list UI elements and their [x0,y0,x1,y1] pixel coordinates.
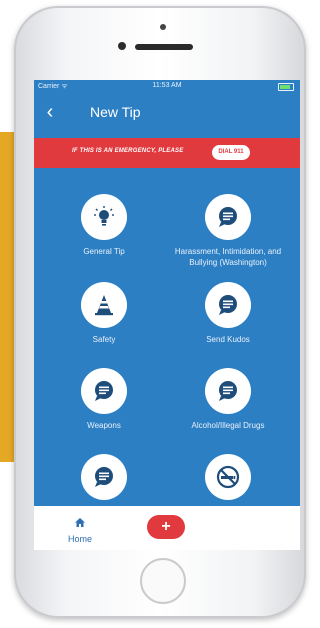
no-smoking-icon [216,465,240,489]
category-label: Safety [92,335,116,344]
tab-home-label: Home [67,534,92,544]
category-label: Send Kudos [206,335,250,344]
category-alcohol-drugs[interactable]: Alcohol/Illegal Drugs [168,368,288,431]
category-circle [81,282,127,328]
category-item-8[interactable] [168,454,288,506]
status-bar: Carrier ᯤ 11:53 AM [34,80,300,92]
category-item-7[interactable] [44,454,164,506]
earpiece-speaker [135,44,193,50]
chat-bubble-icon [219,207,237,227]
app-screen: Carrier ᯤ 11:53 AM ‹ New Tip IF THIS IS … [34,80,300,550]
battery-icon [278,83,294,91]
category-send-kudos[interactable]: Send Kudos [168,282,288,345]
phone-home-button[interactable] [140,558,186,604]
category-general-tip[interactable]: General Tip [44,194,164,257]
category-safety[interactable]: Safety [44,282,164,345]
chat-bubble-icon [95,467,113,487]
category-circle [205,194,251,240]
chat-bubble-icon [95,381,113,401]
lightbulb-icon [94,206,114,226]
emergency-banner: IF THIS IS AN EMERGENCY, PLEASE DIAL 911 [34,138,300,168]
category-circle [81,454,127,500]
category-circle [205,454,251,500]
category-weapons[interactable]: Weapons [44,368,164,431]
emergency-banner-text: IF THIS IS AN EMERGENCY, PLEASE [72,148,184,154]
category-circle [81,368,127,414]
category-circle [81,194,127,240]
front-camera [118,42,126,50]
chat-bubble-icon [219,295,237,315]
category-circle [205,282,251,328]
category-label: Weapons [87,421,121,430]
dial-911-button[interactable]: DIAL 911 [212,145,250,160]
home-icon [75,518,85,527]
traffic-cone-icon [95,295,113,316]
category-label: General Tip [83,247,125,256]
category-harassment[interactable]: Harassment, Intimidation, and Bullying (… [168,194,288,268]
status-time: 11:53 AM [152,82,182,89]
category-label: Harassment, Intimidation, and Bullying (… [174,247,282,267]
sensor-dot [160,24,166,30]
category-circle [205,368,251,414]
back-chevron-icon[interactable]: ‹ [40,102,60,122]
nav-bar: ‹ New Tip [34,92,300,134]
chat-bubble-icon [219,381,237,401]
page-title: New Tip [90,104,141,120]
tab-bar: Home + [34,506,300,550]
add-tip-button[interactable]: + [147,515,185,539]
category-label: Alcohol/Illegal Drugs [191,421,265,430]
tab-home[interactable]: Home [60,514,100,544]
